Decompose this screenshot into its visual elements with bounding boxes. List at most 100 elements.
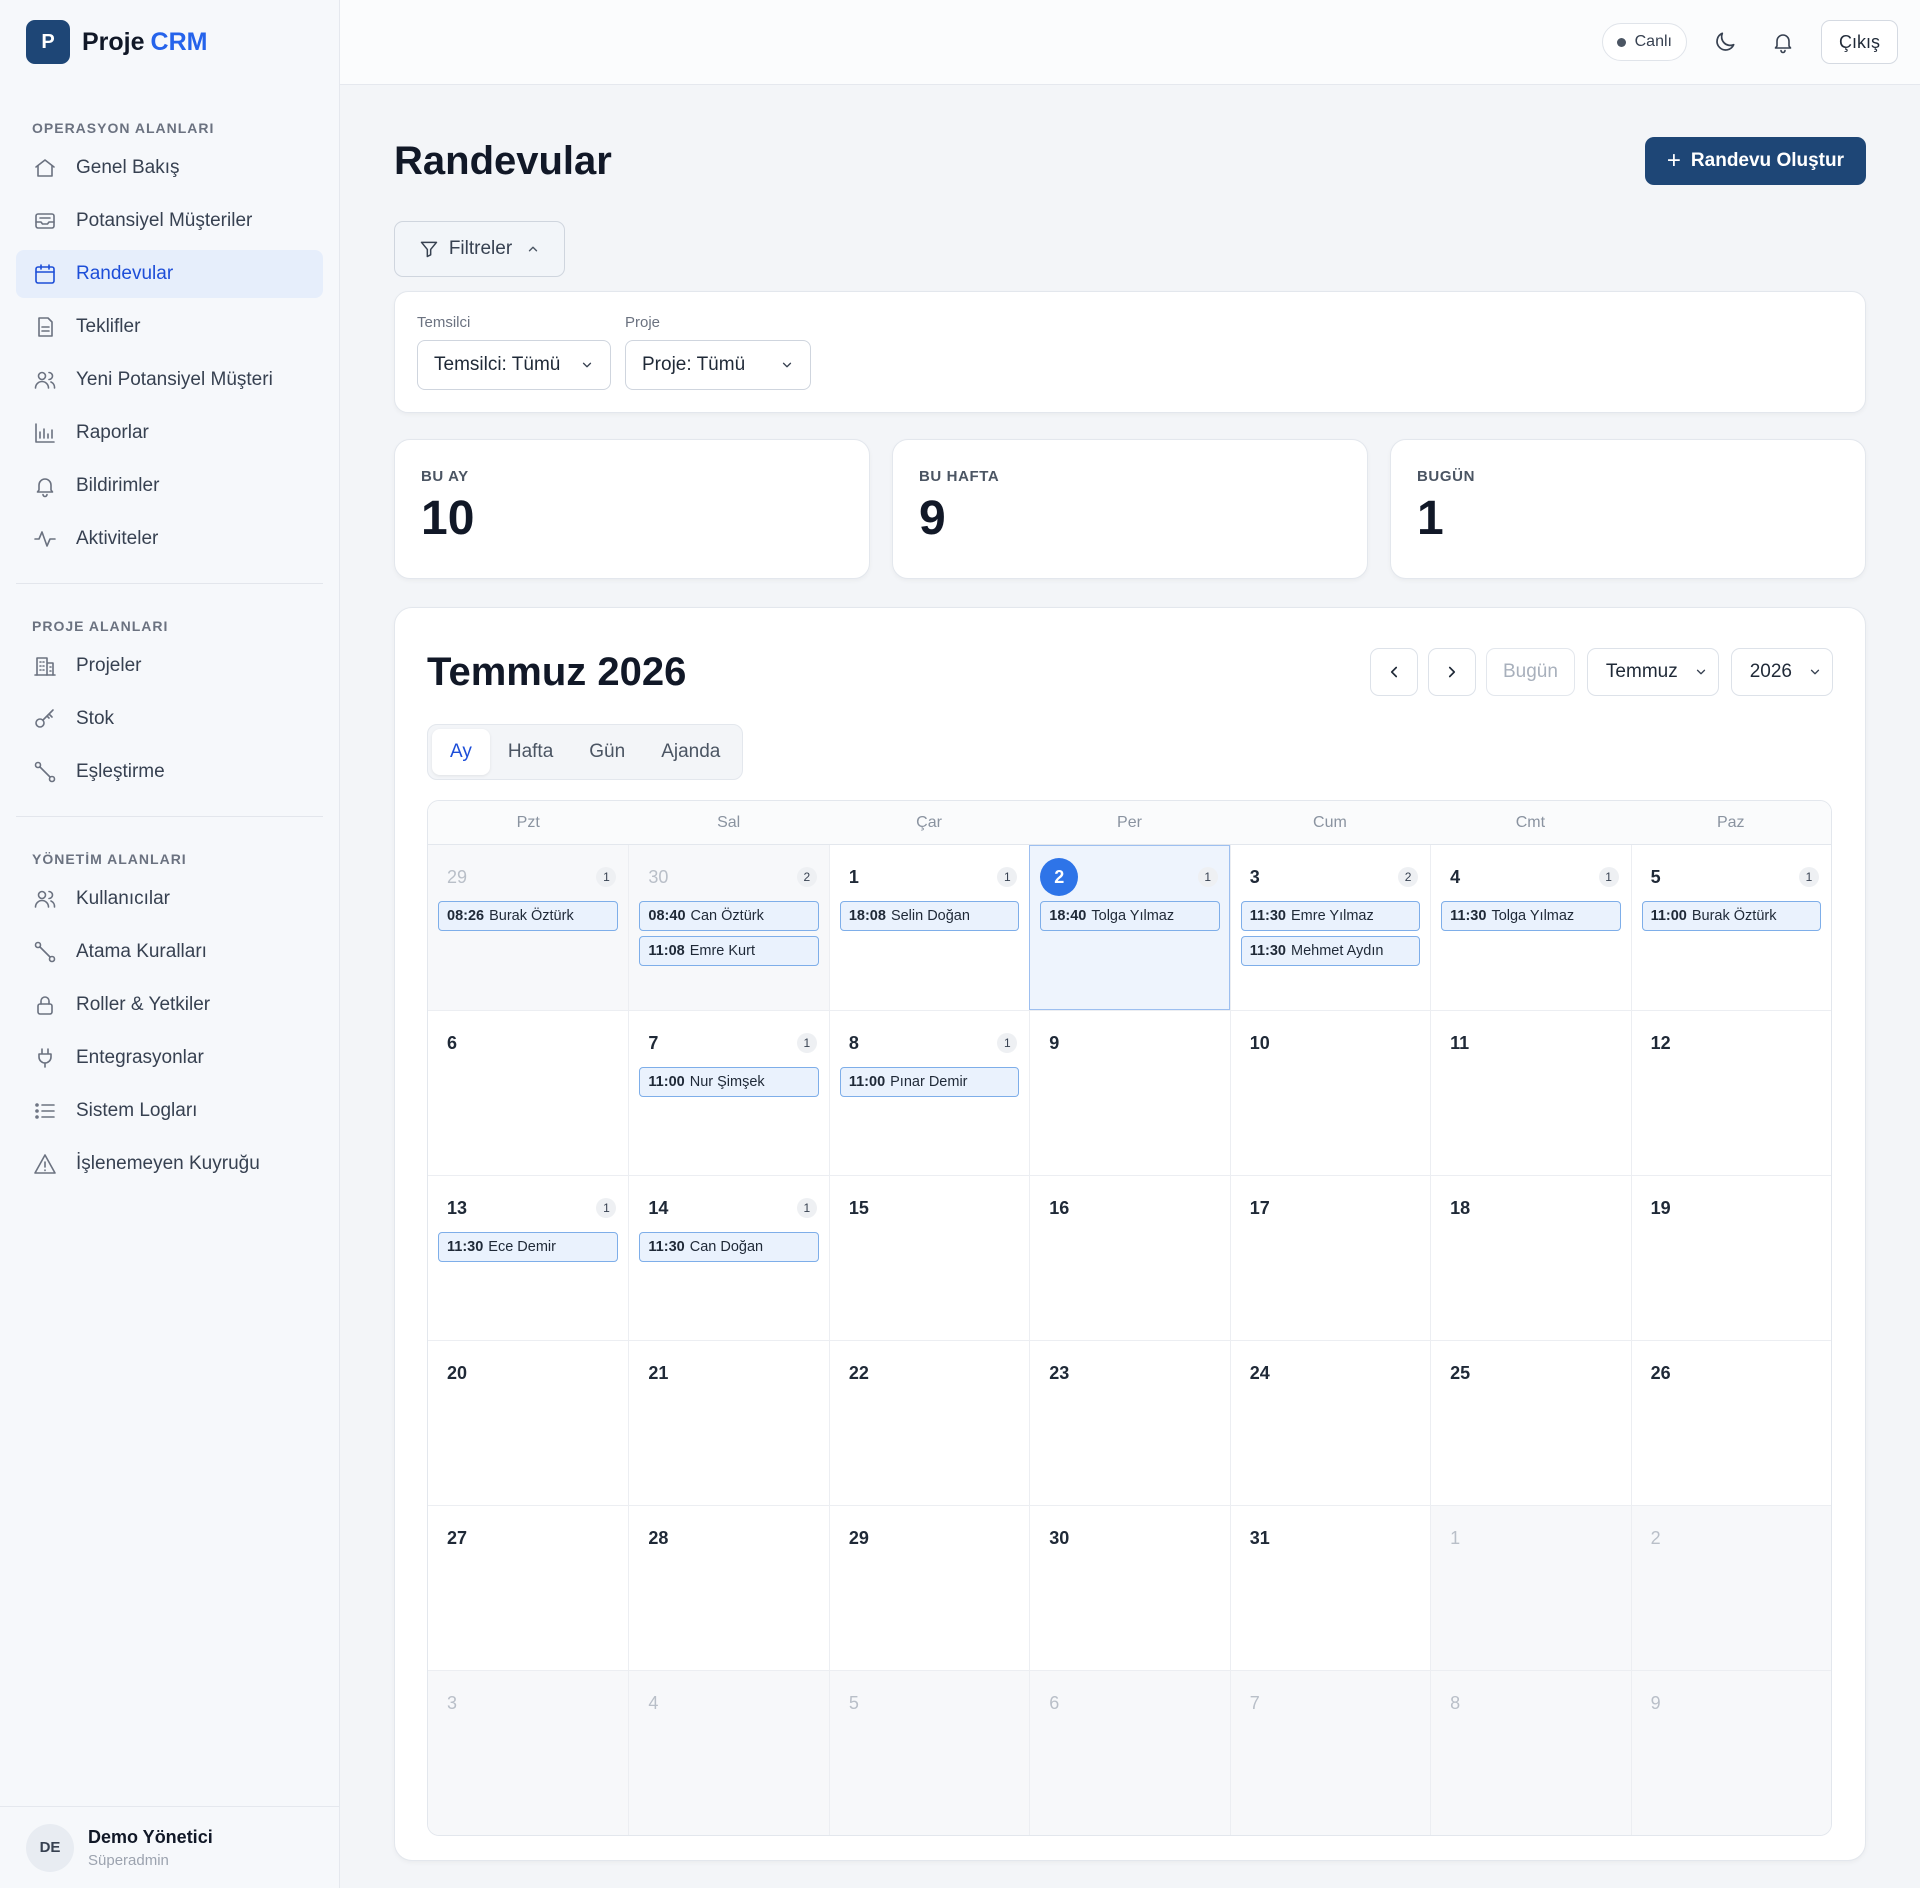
day-cell-header: 41 [1441,859,1620,895]
event-chip[interactable]: 11:30 Tolga Yılmaz [1441,901,1621,931]
day-cell[interactable]: 25 [1430,1340,1631,1505]
day-cell[interactable]: 28 [628,1505,829,1670]
filter-select[interactable]: Proje: Tümü [625,340,811,390]
day-cell[interactable]: 32 11:30 Emre Yılmaz 11:30 Mehmet Aydın [1229,845,1431,1010]
event-chip[interactable]: 11:30 Emre Yılmaz [1240,901,1421,931]
day-cell[interactable]: 29 [828,1505,1030,1670]
event-count-badge: 1 [1598,867,1619,887]
document-icon [32,314,58,340]
sidebar-item[interactable]: Eşleştirme [16,748,323,796]
event-chip[interactable]: 08:40 Can Öztürk [639,901,819,931]
day-cell[interactable]: 23 [1029,1340,1230,1505]
event-chip[interactable]: 11:00 Burak Öztürk [1641,901,1821,931]
view-tab[interactable]: Ajanda [643,729,738,775]
day-number: 9 [1650,1692,1661,1713]
live-status-pill[interactable]: Canlı [1601,23,1687,61]
event-chip[interactable]: 11:30 Can Doğan [639,1232,819,1262]
day-cell[interactable]: 11 18:08 Selin Doğan [828,845,1030,1010]
day-cell[interactable]: 6 [1029,1670,1230,1835]
sidebar-item[interactable]: Genel Bakış [16,144,323,192]
year-select[interactable]: 2026 [1730,648,1833,696]
today-button[interactable]: Bugün [1485,648,1575,696]
day-cell[interactable]: 8 [1430,1670,1631,1835]
sidebar-item[interactable]: Teklifler [16,303,323,351]
logout-button[interactable]: Çıkış [1820,20,1898,64]
day-cell[interactable]: 30 2 08:40 Can Öztürk 11:08 Emre Kurt [628,845,829,1010]
event-chip[interactable]: 18:08 Selin Doğan [839,901,1020,931]
day-number: 10 [1249,1032,1270,1053]
day-cell[interactable]: 3 [428,1670,629,1835]
sidebar-item[interactable]: Sistem Logları [16,1087,323,1135]
day-cell[interactable]: 14 1 11:30 Can Doğan [628,1175,829,1340]
sidebar-item[interactable]: Roller & Yetkiler [16,981,323,1029]
event-chip[interactable]: 11:30 Mehmet Aydın [1240,936,1421,966]
day-cell[interactable]: 7 [1229,1670,1431,1835]
day-cell[interactable]: 19 [1630,1175,1831,1340]
event-chip[interactable]: 11:00 Nur Şimşek [639,1067,819,1097]
day-cell[interactable]: 21 [628,1340,829,1505]
day-cell[interactable]: 2 [1630,1505,1831,1670]
day-cell[interactable]: 31 [1229,1505,1431,1670]
day-cell[interactable]: 26 [1630,1340,1831,1505]
day-cell[interactable]: 27 [428,1505,629,1670]
sidebar-item[interactable]: Raporlar [16,409,323,457]
day-cell-today[interactable]: 21 18:40 Tolga Yılmaz [1029,845,1230,1010]
day-cell[interactable]: 9 [1630,1670,1831,1835]
day-cell[interactable]: 51 11:00 Burak Öztürk [1630,845,1831,1010]
sidebar-item[interactable]: Potansiyel Müşteriler [16,197,323,245]
calendar-header: Temmuz 2026 Bugün Temmuz 2026 [427,608,1833,724]
day-cell[interactable]: 1 [1430,1505,1631,1670]
event-chip[interactable]: 11:08 Emre Kurt [639,936,819,966]
day-cell[interactable]: 41 11:30 Tolga Yılmaz [1430,845,1631,1010]
sidebar-item[interactable]: Yeni Potansiyel Müşteri [16,356,323,404]
day-cell[interactable]: 71 11:00 Nur Şimşek [628,1010,829,1175]
view-tab[interactable]: Hafta [490,729,571,775]
sidebar-item[interactable]: Kullanıcılar [16,875,323,923]
day-cell[interactable]: 22 [828,1340,1030,1505]
day-cell[interactable]: 15 [828,1175,1030,1340]
day-cell[interactable]: 18 [1430,1175,1631,1340]
user-profile[interactable]: DE Demo Yönetici Süperadmin [0,1806,339,1888]
day-cell[interactable]: 9 [1029,1010,1230,1175]
filter-select[interactable]: Temsilci: Tümü [417,340,611,390]
sidebar-item[interactable]: Atama Kuralları [16,928,323,976]
day-cell[interactable]: 6 [428,1010,629,1175]
event-chip[interactable]: 18:40 Tolga Yılmaz [1040,901,1220,931]
day-cell[interactable]: 11 [1430,1010,1631,1175]
filter-label: Proje [625,314,661,331]
sidebar-item[interactable]: Aktiviteler [16,515,323,563]
day-cell[interactable]: 16 [1029,1175,1230,1340]
sidebar-item[interactable]: Entegrasyonlar [16,1034,323,1082]
day-cell[interactable]: 17 [1229,1175,1431,1340]
sidebar-section: PROJE ALANLARI Projeler Stok Eşleştirme [0,610,339,796]
month-select[interactable]: Temmuz [1586,648,1719,696]
dark-mode-toggle[interactable] [1705,22,1745,62]
create-appointment-button[interactable]: + Randevu Oluştur [1644,137,1866,185]
day-cell[interactable]: 12 [1630,1010,1831,1175]
event-chip[interactable]: 11:00 Pınar Demir [839,1067,1020,1097]
day-cell[interactable]: 30 [1029,1505,1230,1670]
view-tab[interactable]: Gün [571,729,643,775]
day-cell[interactable]: 10 [1229,1010,1431,1175]
brand[interactable]: P Proje CRM [0,0,339,84]
day-cell[interactable]: 29 1 08:26 Burak Öztürk [428,845,629,1010]
day-cell[interactable]: 20 [428,1340,629,1505]
day-cell[interactable]: 13 1 11:30 Ece Demir [428,1175,629,1340]
sidebar-item[interactable]: İşlenemeyen Kuyruğu [16,1140,323,1188]
next-month-button[interactable] [1427,648,1476,696]
notifications-button[interactable] [1763,22,1803,62]
filters-toggle-button[interactable]: Filtreler [394,221,565,277]
sidebar-item[interactable]: Randevular [16,250,323,298]
sidebar-item[interactable]: Projeler [16,642,323,690]
day-number: 15 [848,1197,869,1218]
view-tab[interactable]: Ay [432,729,490,775]
sidebar-item[interactable]: Bildirimler [16,462,323,510]
day-cell[interactable]: 81 11:00 Pınar Demir [828,1010,1030,1175]
sidebar-item[interactable]: Stok [16,695,323,743]
prev-month-button[interactable] [1369,648,1418,696]
day-cell[interactable]: 5 [828,1670,1030,1835]
event-chip[interactable]: 11:30 Ece Demir [438,1232,619,1262]
day-cell[interactable]: 24 [1229,1340,1431,1505]
event-chip[interactable]: 08:26 Burak Öztürk [438,901,619,931]
day-cell[interactable]: 4 [628,1670,829,1835]
